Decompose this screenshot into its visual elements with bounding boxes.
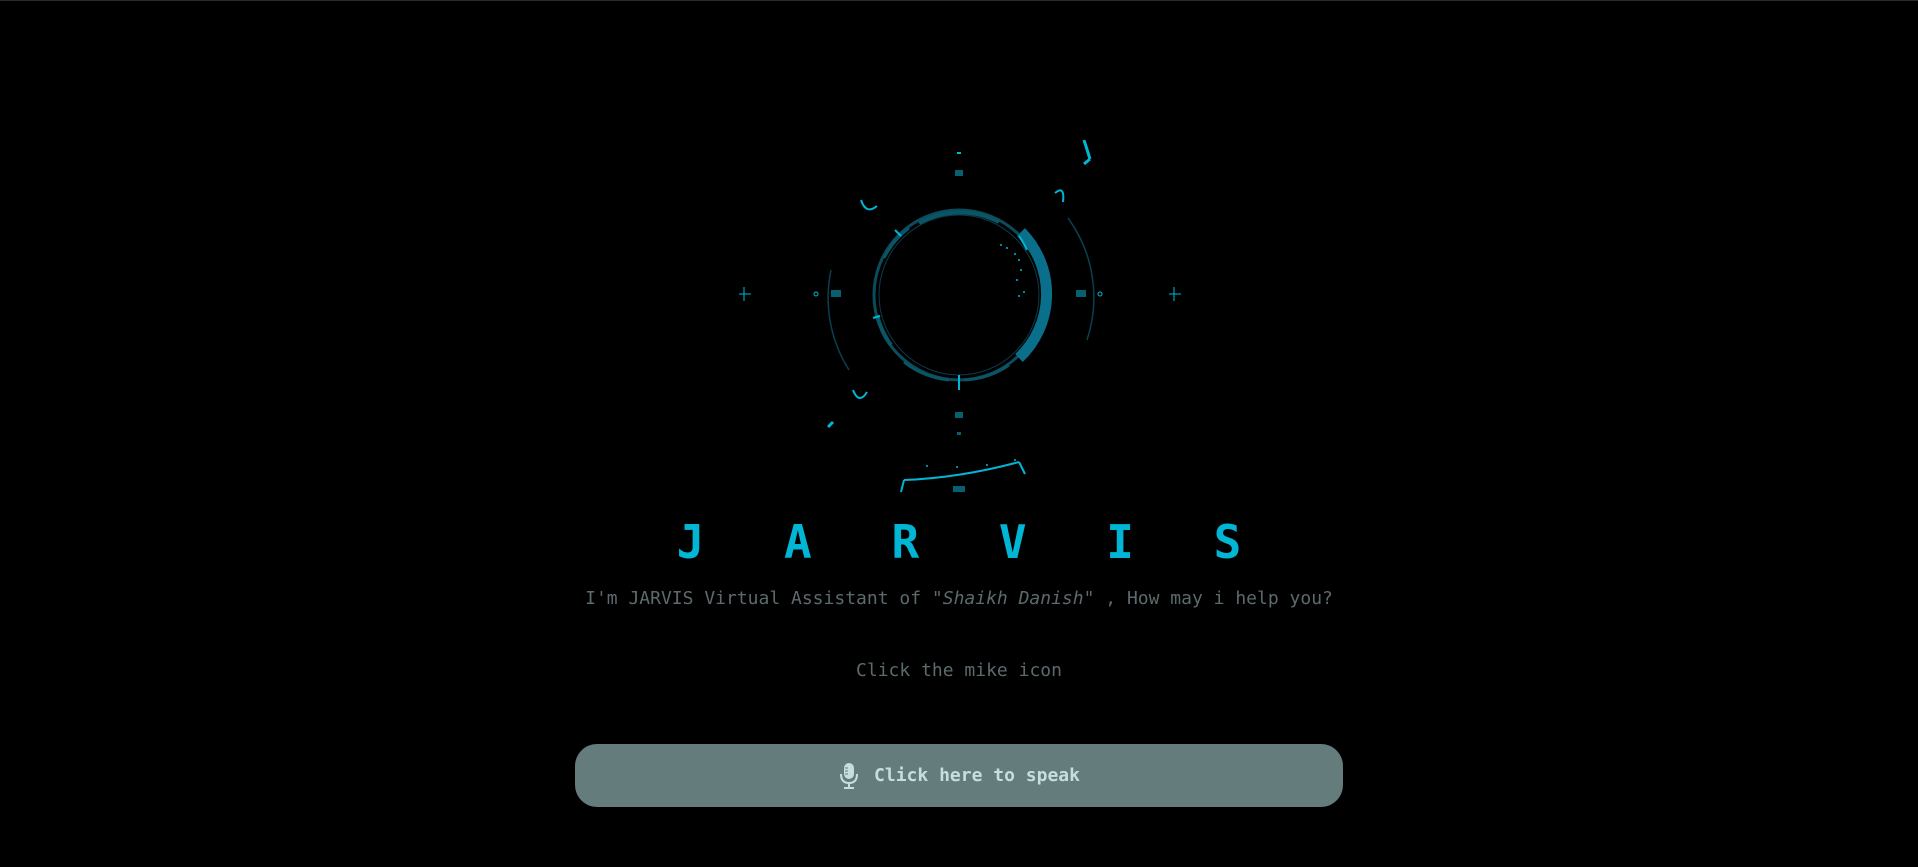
speak-button-label: Click here to speak — [874, 765, 1080, 786]
page: J A R V I S I'm JARVIS Virtual Assistant… — [0, 0, 1918, 867]
jarvis-hud-icon — [739, 140, 1181, 493]
greeting-prefix: I'm JARVIS Virtual Assistant of — [585, 588, 932, 609]
app-title: J A R V I S — [676, 515, 1268, 569]
greeting-suffix: , How may i help you? — [1094, 588, 1333, 609]
instruction-text: Click the mike icon — [856, 660, 1062, 681]
speak-button[interactable]: Click here to speak — [575, 744, 1343, 807]
top-divider — [0, 0, 1918, 1]
greeting-text: I'm JARVIS Virtual Assistant of "Shaikh … — [0, 588, 1918, 609]
microphone-icon — [840, 762, 859, 789]
owner-name: "Shaikh Danish" — [931, 588, 1095, 609]
